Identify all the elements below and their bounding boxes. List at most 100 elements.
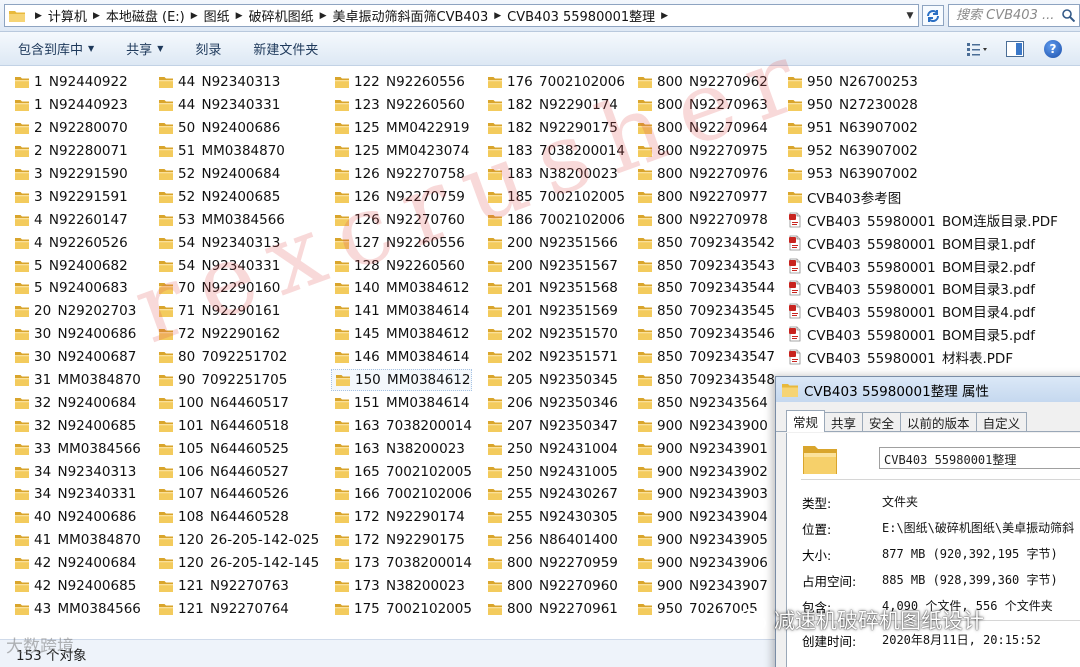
folder-item[interactable]: 100 N64460517 — [158, 391, 319, 414]
folder-item[interactable]: 51 MM0384870 — [158, 140, 319, 163]
folder-item[interactable]: 34 N92340331 — [14, 483, 141, 506]
pdf-file-item[interactable]: CVB403 55980001 BOM目录3.pdf — [787, 277, 1058, 300]
folder-item[interactable]: 183 N38200023 — [487, 163, 625, 186]
folder-item[interactable]: 120 26-205-142-025 — [158, 529, 319, 552]
chevron-right-icon[interactable]: ▶ — [320, 11, 327, 21]
folder-item[interactable]: 200 N92351567 — [487, 254, 625, 277]
breadcrumb-item[interactable]: 美卓振动筛斜面筛CVB403 — [333, 6, 489, 25]
breadcrumb-item[interactable]: CVB403 55980001整理 — [507, 6, 655, 25]
folder-item[interactable]: 900 N92343900 — [637, 414, 775, 437]
folder-item[interactable]: 50 N92400686 — [158, 117, 319, 140]
folder-item[interactable]: 166 7002102006 — [334, 483, 472, 506]
folder-item[interactable]: 30 N92400687 — [14, 346, 141, 369]
folder-item[interactable]: 145 MM0384612 — [334, 323, 472, 346]
folder-item[interactable]: 1 N92440923 — [14, 94, 141, 117]
folder-item[interactable]: 800 N92270976 — [637, 163, 775, 186]
folder-item[interactable]: 900 N92343901 — [637, 437, 775, 460]
folder-item[interactable]: 44 N92340331 — [158, 94, 319, 117]
folder-item[interactable]: 5 N92400682 — [14, 254, 141, 277]
breadcrumb-item[interactable]: 计算机 — [48, 6, 87, 25]
new-folder-button[interactable]: 新建文件夹 — [235, 39, 332, 58]
dialog-tab[interactable]: 共享 — [824, 412, 864, 431]
folder-item[interactable]: 182 N92290174 — [487, 94, 625, 117]
folder-item[interactable]: 52 N92400684 — [158, 163, 319, 186]
dialog-tab[interactable]: 以前的版本 — [900, 412, 977, 431]
folder-item[interactable]: 128 N92260560 — [334, 254, 472, 277]
folder-item[interactable]: 201 N92351568 — [487, 277, 625, 300]
folder-item[interactable]: 1 N92440922 — [14, 71, 141, 94]
include-in-library-button[interactable]: 包含到库中 ▼ — [0, 39, 108, 58]
burn-button[interactable]: 刻录 — [177, 39, 235, 58]
folder-item[interactable]: 800 N92270963 — [637, 94, 775, 117]
dialog-tab[interactable]: 安全 — [862, 412, 902, 431]
refresh-button[interactable] — [922, 5, 944, 26]
folder-item[interactable]: 183 7038200014 — [487, 140, 625, 163]
folder-item[interactable]: 800 N92270975 — [637, 140, 775, 163]
folder-item[interactable]: 126 N92270759 — [334, 185, 472, 208]
folder-item[interactable]: 900 N92343903 — [637, 483, 775, 506]
folder-item[interactable]: 201 N92351569 — [487, 300, 625, 323]
breadcrumb-item[interactable]: 图纸 — [204, 6, 230, 25]
folder-item[interactable]: 101 N64460518 — [158, 414, 319, 437]
folder-item[interactable]: 40 N92400686 — [14, 506, 141, 529]
folder-item[interactable]: 126 N92270760 — [334, 208, 472, 231]
folder-item[interactable]: 163 7038200014 — [334, 414, 472, 437]
folder-item[interactable]: 54 N92340331 — [158, 254, 319, 277]
dialog-tab[interactable]: 自定义 — [975, 412, 1028, 431]
folder-item[interactable]: 80 7092251702 — [158, 346, 319, 369]
folder-item[interactable]: 952 N63907002 — [787, 140, 1058, 163]
pdf-file-item[interactable]: CVB403 55980001 BOM目录1.pdf — [787, 231, 1058, 254]
search-input[interactable] — [949, 5, 1057, 26]
folder-item[interactable]: 255 N92430267 — [487, 483, 625, 506]
folder-item[interactable]: 20 N29202703 — [14, 300, 141, 323]
folder-item[interactable]: 151 MM0384614 — [334, 391, 472, 414]
folder-item[interactable]: 90 7092251705 — [158, 369, 319, 392]
folder-name-field[interactable]: CVB403 55980001整理 — [879, 447, 1080, 469]
folder-item[interactable]: CVB403参考图 — [787, 185, 1058, 208]
folder-item[interactable]: 108 N64460528 — [158, 506, 319, 529]
chevron-right-icon[interactable]: ▶ — [93, 11, 100, 21]
folder-item[interactable]: 850 7092343547 — [637, 346, 775, 369]
folder-item[interactable]: 4 N92260147 — [14, 208, 141, 231]
folder-item[interactable]: 125 MM0422919 — [334, 117, 472, 140]
folder-item[interactable]: 43 MM0384566 — [14, 597, 141, 620]
folder-item[interactable]: 207 N92350347 — [487, 414, 625, 437]
dialog-titlebar[interactable]: CVB403 55980001整理 属性 — [776, 377, 1080, 402]
folder-item[interactable]: 800 N92270977 — [637, 185, 775, 208]
folder-item[interactable]: 42 N92400685 — [14, 575, 141, 598]
folder-item[interactable]: 850 7092343542 — [637, 231, 775, 254]
folder-item[interactable]: 121 N92270763 — [158, 575, 319, 598]
folder-item[interactable]: 54 N92340313 — [158, 231, 319, 254]
folder-item[interactable]: 146 MM0384614 — [334, 346, 472, 369]
folder-item[interactable]: 53 MM0384566 — [158, 208, 319, 231]
folder-item[interactable]: 800 N92270959 — [487, 552, 625, 575]
folder-item[interactable]: 70 N92290160 — [158, 277, 319, 300]
folder-item[interactable]: 125 MM0423074 — [334, 140, 472, 163]
folder-item[interactable]: 206 N92350346 — [487, 391, 625, 414]
breadcrumb[interactable]: ▶ 计算机 ▶ 本地磁盘 (E:) ▶ 图纸 ▶ 破碎机图纸 ▶ 美卓振动筛斜面筛CVB403 ▶… — [4, 4, 919, 27]
folder-item[interactable]: 953 N63907002 — [787, 163, 1058, 186]
folder-item[interactable]: 150 MM0384612 — [331, 368, 472, 392]
help-button[interactable]: ? — [1042, 38, 1064, 60]
pdf-file-item[interactable]: CVB403 55980001 BOM连版目录.PDF — [787, 208, 1058, 231]
folder-item[interactable]: 175 7002102005 — [334, 597, 472, 620]
folder-item[interactable]: 140 MM0384612 — [334, 277, 472, 300]
folder-item[interactable]: 176 7002102006 — [487, 71, 625, 94]
folder-item[interactable]: 44 N92340313 — [158, 71, 319, 94]
dialog-tab[interactable]: 常规 — [786, 410, 826, 432]
chevron-right-icon[interactable]: ▶ — [494, 11, 501, 21]
folder-item[interactable]: 32 N92400685 — [14, 414, 141, 437]
folder-item[interactable]: 122 N92260556 — [334, 71, 472, 94]
chevron-right-icon[interactable]: ▶ — [35, 11, 42, 21]
folder-item[interactable]: 2 N92280071 — [14, 140, 141, 163]
folder-item[interactable]: 30 N92400686 — [14, 323, 141, 346]
chevron-down-icon[interactable]: ▼ — [902, 5, 918, 26]
search-icon[interactable] — [1062, 9, 1075, 22]
folder-item[interactable]: 202 N92351571 — [487, 346, 625, 369]
folder-item[interactable]: 120 26-205-142-145 — [158, 552, 319, 575]
preview-pane-button[interactable] — [1004, 38, 1026, 60]
folder-item[interactable]: 186 7002102006 — [487, 208, 625, 231]
folder-item[interactable]: 250 N92431004 — [487, 437, 625, 460]
folder-item[interactable]: 33 MM0384566 — [14, 437, 141, 460]
pdf-file-item[interactable]: CVB403 55980001 BOM目录2.pdf — [787, 254, 1058, 277]
